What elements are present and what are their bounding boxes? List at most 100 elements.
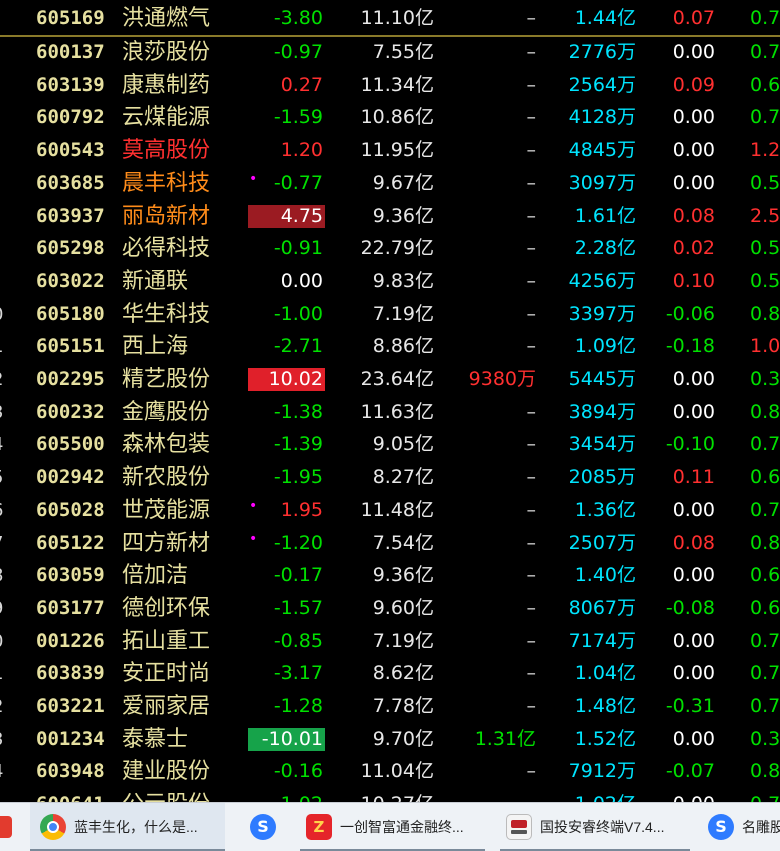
- turnover-value: –: [526, 466, 537, 489]
- quote-row[interactable]: 600137 浪莎股份 -0.97 7.55亿 – 2776万 0.00 0.7: [0, 36, 780, 69]
- ratio-value: 0.6: [750, 73, 780, 96]
- quote-row[interactable]: 3 600232 金鹰股份 -1.38 11.63亿 – 3894万 0.00 0.8: [0, 396, 780, 429]
- row-index: 3: [0, 723, 6, 756]
- stock-code: 600543: [36, 139, 105, 162]
- stock-code: 603059: [36, 564, 105, 587]
- quote-row[interactable]: 4 605500 森林包装 -1.39 9.05亿 – 3454万 -0.10 0.7: [0, 428, 780, 461]
- market-cap: 7.78亿: [372, 695, 434, 717]
- stock-code: 603839: [36, 662, 105, 685]
- stock-name: 华生科技: [122, 301, 211, 327]
- yichuang-icon: Z: [306, 814, 332, 840]
- quote-row[interactable]: 603685 晨丰科技 • -0.77 9.67亿 –3097万 0.00 0.5: [0, 167, 780, 200]
- quote-row[interactable]: 0 605180 华生科技 -1.00 7.19亿 – 3397万 -0.06 0.8: [0, 298, 780, 331]
- market-cap: 9.70亿: [372, 727, 434, 750]
- quote-row[interactable]: 603937 丽岛新材 4.75 9.36亿 – 1.61亿 0.08 2.5: [0, 200, 780, 233]
- quote-row[interactable]: 603139 康惠制药 0.27 11.34亿 – 2564万 0.09 0.6: [0, 69, 780, 102]
- stock-name: 丽岛新材: [122, 203, 211, 229]
- taskbar-item-guotou[interactable]: 国投安睿终端V7.4...: [500, 803, 690, 851]
- change-percent: -1.59: [273, 106, 323, 129]
- turnover-value: –: [526, 760, 537, 783]
- quote-row[interactable]: 603022 新通联 0.00 9.83亿 – 4256万 0.10 0.5: [0, 265, 780, 298]
- row-index: 4: [0, 755, 6, 788]
- volume-value: 1.48亿: [574, 695, 636, 717]
- row-index: 6: [0, 494, 6, 527]
- turnover-value: –: [526, 498, 537, 521]
- volume-value: 2085万: [568, 466, 636, 489]
- taskbar: 蓝丰生化，什么是... S Z 一创智富通金融终... 国投安睿终端V7.4..…: [0, 802, 780, 851]
- stock-name: 德创环保: [122, 595, 211, 621]
- change-percent: -3.80: [273, 7, 323, 29]
- taskbar-item-chrome[interactable]: 蓝丰生化，什么是...: [30, 803, 225, 851]
- market-cap: 7.19亿: [372, 629, 434, 652]
- ratio-value: 0.5: [750, 269, 780, 292]
- change-percent: 1.95: [280, 498, 323, 521]
- quote-row[interactable]: 2 603221 爱丽家居 -1.28 7.78亿 – 1.48亿 -0.31 0.7: [0, 690, 780, 723]
- stock-code: 001234: [36, 727, 105, 750]
- taskbar-label-sogou-2: 名雕股: [742, 819, 780, 835]
- quote-row[interactable]: 3 001234 泰慕士 -10.01 9.70亿 1.31亿 1.52亿 0.00 0.3: [0, 723, 780, 756]
- quote-row[interactable]: 0 001226 拓山重工 -0.85 7.19亿 – 7174万 0.00 0.7: [0, 625, 780, 658]
- quote-row[interactable]: 6605028世茂能源•1.9511.48亿–1.36亿0.000.7: [0, 494, 780, 527]
- market-cap: 11.48亿: [360, 498, 434, 521]
- market-cap: 8.62亿: [372, 662, 434, 685]
- row-index: 4: [0, 428, 6, 461]
- quote-row[interactable]: 4 603948 建业股份 -0.16 11.04亿 – 7912万 -0.07 0.8: [0, 755, 780, 788]
- stock-code: 603685: [36, 171, 105, 194]
- quote-row[interactable]: 8 603059 倍加洁 -0.17 9.36亿 – 1.40亿 0.00 0.6: [0, 559, 780, 592]
- quote-row[interactable]: 600641 公元股份 -1.02 10.27亿–1.02亿 0.00 0.7: [0, 788, 780, 802]
- stock-name: 新通联: [122, 268, 189, 294]
- turnover-value: –: [526, 7, 537, 29]
- quote-row[interactable]: 600543 莫高股份 1.20 11.95亿 – 4845万 0.00 1.2: [0, 134, 780, 167]
- stock-name: 莫高股份: [122, 138, 211, 164]
- taskbar-item-yichuang[interactable]: Z 一创智富通金融终...: [300, 803, 485, 851]
- stock-code: 600641: [36, 788, 116, 802]
- taskbar-item-sogou[interactable]: S: [238, 803, 288, 851]
- stock-code: 603937: [36, 204, 105, 227]
- quote-row[interactable]: 5 002942 新农股份 -1.95 8.27亿 – 2085万 0.11 0.6: [0, 461, 780, 494]
- change-percent: -1.57: [273, 596, 323, 619]
- sogou-browser-icon-2: S: [708, 814, 734, 840]
- speed-value: -0.10: [665, 433, 715, 456]
- change-percent: -0.16: [273, 760, 323, 783]
- market-cap: 8.86亿: [372, 335, 434, 358]
- ratio-value: 0.7: [750, 106, 780, 129]
- row-index: [0, 788, 6, 802]
- stock-code: 603177: [36, 596, 105, 619]
- change-percent: 0.27: [280, 73, 323, 96]
- ratio-value: 0.8: [750, 531, 780, 554]
- market-cap: 9.05亿: [372, 433, 434, 456]
- stock-name: 精艺股份: [122, 367, 211, 392]
- speed-value: 0.02: [672, 237, 715, 260]
- quote-row[interactable]: 1 603839 安正时尚 -3.17 8.62亿 – 1.04亿 0.00 0.7: [0, 657, 780, 690]
- market-cap: 9.36亿: [372, 564, 434, 587]
- turnover-value: –: [526, 139, 537, 162]
- speed-value: 0.00: [672, 400, 715, 423]
- turnover-value: –: [526, 531, 537, 554]
- speed-value: 0.00: [672, 106, 715, 129]
- row-index: [0, 200, 6, 233]
- taskbar-item-sogou-2[interactable]: S 名雕股: [702, 803, 780, 851]
- quote-row[interactable]: 600792 云煤能源 -1.59 10.86亿 – 4128万 0.00 0.7: [0, 101, 780, 134]
- quote-row[interactable]: 2 002295 精艺股份 10.02 23.64亿 9380万 5445万 0.00 0.3: [0, 363, 780, 396]
- stock-name: 晨丰科技: [122, 170, 211, 196]
- change-percent: 4.75: [248, 204, 325, 228]
- taskbar-item-app[interactable]: [0, 803, 20, 851]
- quote-row[interactable]: 9 603177 德创环保 -1.57 9.60亿 – 8067万 -0.08 0.6: [0, 592, 780, 625]
- turnover-value: –: [526, 73, 537, 96]
- ratio-value: 0.6: [750, 466, 780, 489]
- stock-code: 001226: [36, 629, 105, 652]
- ratio-value: 0.5: [750, 171, 780, 194]
- turnover-value: –: [526, 171, 537, 194]
- chrome-icon: [40, 814, 66, 840]
- volume-value: 7912万: [568, 760, 636, 783]
- quote-row[interactable]: 605298 必得科技 -0.91 22.79亿 – 2.28亿 0.02 0.5: [0, 232, 780, 265]
- volume-value: 8067万: [568, 596, 636, 619]
- quote-row[interactable]: 1 605151 西上海 -2.71 8.86亿 – 1.09亿 -0.18 1.0: [0, 330, 780, 363]
- quote-row[interactable]: 605169 洪通燃气 -3.80 11.10亿 – 1.44亿 0.07 0.7: [0, 2, 780, 37]
- speed-value: 0.08: [672, 531, 715, 554]
- volume-value: 1.04亿: [574, 662, 636, 685]
- quote-row[interactable]: 7605122四方新材•-1.207.54亿–2507万0.080.8: [0, 527, 780, 560]
- change-percent: 10.02: [248, 368, 325, 391]
- stock-name: 森林包装: [122, 432, 211, 458]
- ratio-value: 0.7: [750, 498, 780, 521]
